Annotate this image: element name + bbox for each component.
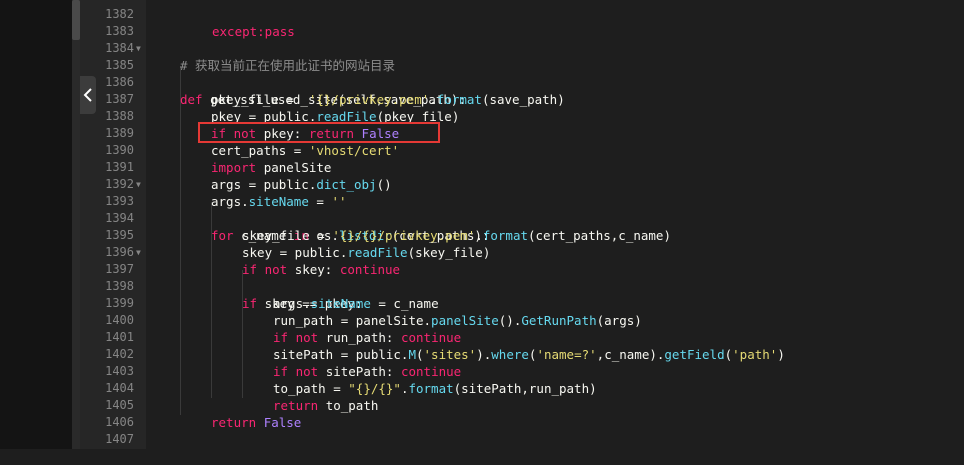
left-panel-strip — [0, 0, 72, 449]
panel-scrollbar-thumb[interactable] — [72, 0, 80, 40]
code-line: 1407 — [80, 414, 964, 446]
code-line: 1392 args.siteName = '' — [80, 159, 964, 209]
code-line: 1396 if not skey: continue — [80, 227, 964, 277]
code-line: 1385 ▼ def get_ssl_used_site(self,save_p… — [80, 40, 964, 107]
code-line: 1406 — [80, 397, 964, 429]
code-lines: 1382 except:pass 1383 1384 # 获取当前正在使用此证书… — [80, 0, 964, 446]
highlight-box — [198, 122, 440, 143]
code-line: 1386 pkey_file = '{}/privkey.pem'.format… — [80, 57, 964, 107]
code-line: 1405 return False — [80, 380, 964, 430]
code-line: 1402 if not sitePath: continue — [80, 329, 964, 379]
code-line: 1397 ▼ if skey == pkey: — [80, 244, 964, 311]
code-line: 1403 to_path = "{}/{}".format(sitePath,r… — [80, 346, 964, 396]
code-line: 1388 if not pkey: return False — [80, 91, 964, 141]
chevron-left-icon — [83, 88, 92, 102]
code-line: 1401 sitePath = public.M('sites').where(… — [80, 312, 964, 362]
code-line: 1404 return to_path — [80, 363, 964, 413]
fold-arrow-icon[interactable]: ▼ — [136, 40, 144, 57]
code-line: 1393 ▼ for c_name in os.listdir(cert_pat… — [80, 176, 964, 243]
code-line: 1394 skey_file = '{}/{}/privkey.pem'.for… — [80, 193, 964, 243]
code-line: 1383 — [80, 6, 964, 38]
code-line: 1391 args = public.dict_obj() — [80, 142, 964, 192]
code-line: 1400 if not run_path: continue — [80, 295, 964, 345]
code-line: 1395 skey = public.readFile(skey_file) — [80, 210, 964, 260]
collapse-panel-button[interactable] — [80, 76, 96, 114]
line-number: 1407 — [105, 432, 134, 446]
code-line: 1399 run_path = panelSite.panelSite().Ge… — [80, 278, 964, 328]
code-line: 1387 pkey = public.readFile(pkey_file) — [80, 74, 964, 124]
code-line: 1384 # 获取当前正在使用此证书的网站目录 — [80, 23, 964, 73]
panel-scrollbar-track[interactable] — [72, 0, 80, 449]
fold-arrow-icon[interactable]: ▼ — [136, 244, 144, 261]
code-line: 1398 args.siteName = c_name — [80, 261, 964, 311]
fold-arrow-icon[interactable]: ▼ — [136, 176, 144, 193]
